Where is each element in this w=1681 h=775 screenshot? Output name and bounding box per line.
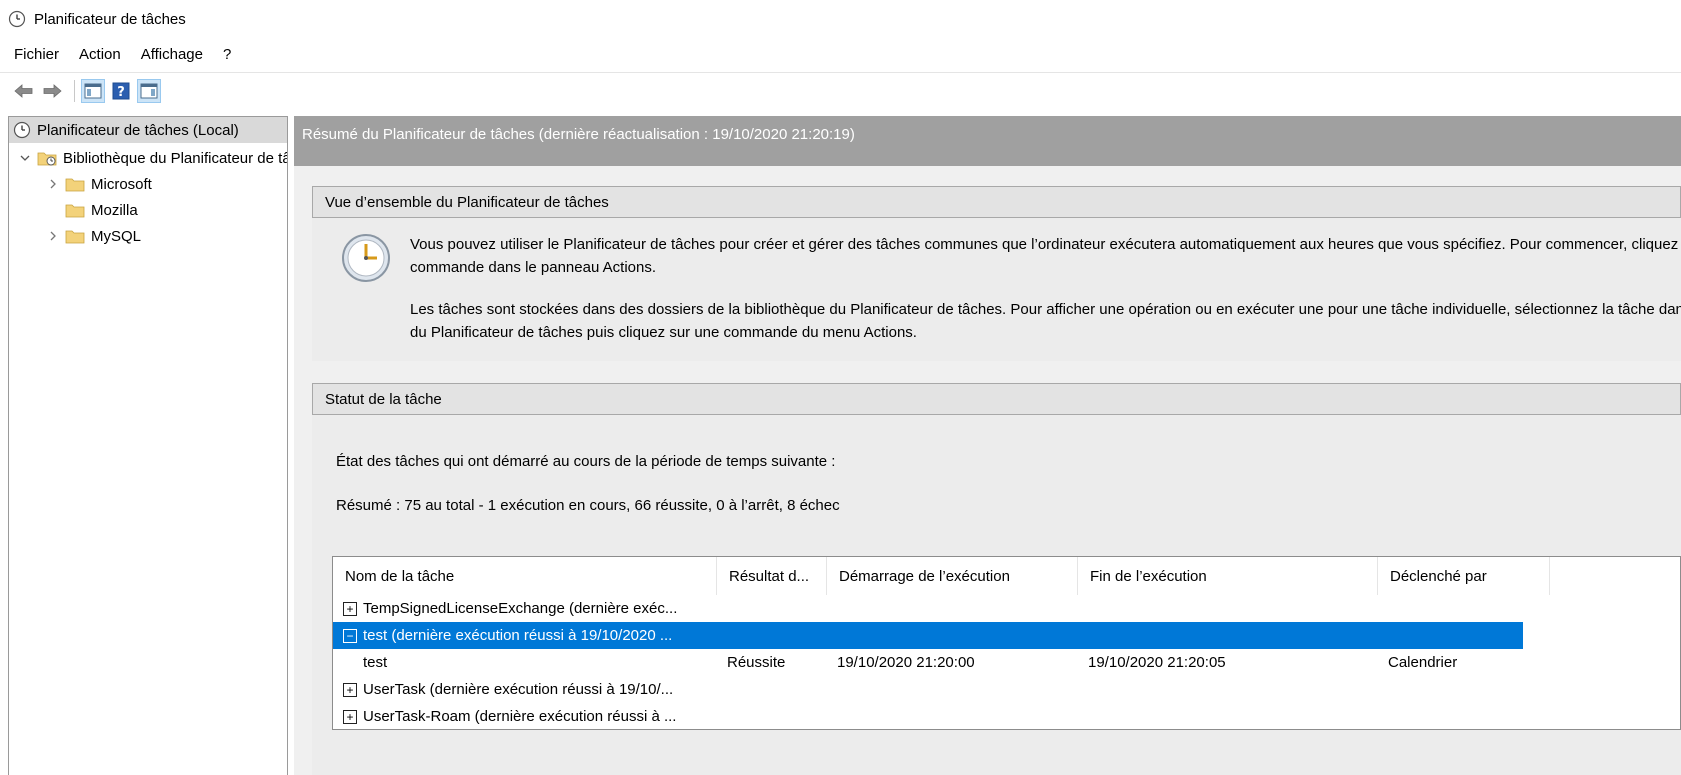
window-title: Planificateur de tâches [34, 10, 186, 28]
show-hide-console-tree-button[interactable] [81, 78, 105, 103]
tree-item-label: Planificateur de tâches (Local) [37, 121, 239, 139]
tree-item-mysql[interactable]: MySQL [45, 223, 141, 249]
table-row[interactable]: + UserTask (dernière exécution réussi à … [333, 676, 1680, 703]
menu-action[interactable]: Action [69, 44, 131, 65]
show-hide-action-pane-icon [140, 83, 158, 98]
chevron-right-icon[interactable] [45, 176, 61, 192]
column-header-end[interactable]: Fin de l’exécution [1078, 557, 1378, 595]
overview-paragraph-2-line-1: Les tâches sont stockées dans des dossie… [410, 301, 1681, 318]
task-start-time: 19/10/2020 21:20:00 [837, 654, 975, 671]
show-hide-action-pane-button[interactable] [137, 78, 161, 103]
console-tree: Planificateur de tâches (Local) Biblioth… [8, 116, 288, 775]
clock-icon [342, 234, 390, 282]
forward-arrow-icon [43, 83, 62, 98]
tree-item-microsoft[interactable]: Microsoft [45, 171, 152, 197]
show-hide-console-tree-icon [84, 83, 102, 98]
column-header-name[interactable]: Nom de la tâche [333, 557, 717, 595]
summary-header: Résumé du Planificateur de tâches (derni… [294, 116, 1681, 166]
task-result: Réussite [727, 654, 786, 671]
overview-paragraph-1-line-2: commande dans le panneau Actions. [410, 259, 656, 276]
folder-icon [65, 230, 85, 244]
tree-item-root[interactable]: Planificateur de tâches (Local) [9, 117, 287, 143]
help-icon: ? [112, 82, 130, 100]
task-name: UserTask-Roam (dernière exécution réussi… [363, 708, 677, 725]
toolbar-separator [74, 79, 75, 102]
collapse-icon[interactable]: − [343, 628, 357, 643]
tree-item-label: Mozilla [91, 201, 138, 219]
back-button[interactable] [12, 79, 36, 103]
menu-fichier[interactable]: Fichier [4, 44, 69, 65]
tree-item-library[interactable]: Bibliothèque du Planificateur de tâches [17, 145, 287, 171]
task-name: TempSignedLicenseExchange (dernière exéc… [363, 600, 678, 617]
overview-paragraph-2-line-2: du Planificateur de tâches puis cliquez … [410, 324, 917, 341]
task-end-time: 19/10/2020 21:20:05 [1088, 654, 1226, 671]
expand-icon[interactable]: + [343, 682, 357, 697]
chevron-right-icon[interactable] [45, 228, 61, 244]
tree-item-label: Bibliothèque du Planificateur de tâches [63, 149, 287, 167]
svg-text:?: ? [117, 85, 125, 100]
table-row[interactable]: + TempSignedLicenseExchange (dernière ex… [333, 595, 1680, 622]
task-name: UserTask (dernière exécution réussi à 19… [363, 681, 674, 698]
status-section-title[interactable]: Statut de la tâche [312, 383, 1681, 415]
tree-item-mozilla[interactable]: Mozilla [61, 197, 138, 223]
status-period-label: État des tâches qui ont démarré au cours… [336, 453, 836, 470]
column-header-start[interactable]: Démarrage de l’exécution [827, 557, 1078, 595]
library-folder-clock-icon [37, 152, 57, 166]
task-name: test [363, 654, 388, 671]
summary-content: Vue d’ensemble du Planificateur de tâche… [294, 166, 1681, 775]
clock-icon [8, 10, 26, 28]
table-row[interactable]: + UserTask-Roam (dernière exécution réus… [333, 703, 1680, 729]
tree-item-label: MySQL [91, 227, 142, 245]
menu-affichage[interactable]: Affichage [131, 44, 213, 65]
help-button[interactable]: ? [109, 79, 133, 103]
folder-icon [65, 204, 85, 218]
task-name: test (dernière exécution réussi à 19/10/… [363, 627, 673, 644]
clock-icon [13, 121, 31, 139]
expand-icon[interactable]: + [343, 601, 357, 616]
menu-help[interactable]: ? [213, 44, 241, 65]
toolbar: ? [0, 72, 1681, 108]
task-status-table: Nom de la tâche Résultat d... Démarrage … [332, 556, 1681, 730]
task-trigger: Calendrier [1388, 654, 1458, 671]
column-header-trigger[interactable]: Déclenché par [1378, 557, 1550, 595]
summary-pane: Résumé du Planificateur de tâches (derni… [294, 116, 1681, 775]
menu-bar: Fichier Action Affichage ? [0, 40, 241, 68]
folder-icon [65, 178, 85, 192]
title-bar: Planificateur de tâches [0, 0, 1681, 38]
table-header: Nom de la tâche Résultat d... Démarrage … [333, 557, 1680, 595]
overview-section-body: Vous pouvez utiliser le Planificateur de… [312, 218, 1681, 361]
forward-button[interactable] [40, 79, 64, 103]
column-header-result[interactable]: Résultat d... [717, 557, 827, 595]
expand-icon[interactable]: + [343, 709, 357, 724]
tree-item-label: Microsoft [91, 175, 152, 193]
table-row-selected[interactable]: − test (dernière exécution réussi à 19/1… [333, 622, 1523, 649]
overview-section-title[interactable]: Vue d’ensemble du Planificateur de tâche… [312, 186, 1681, 218]
overview-paragraph-1-line-1: Vous pouvez utiliser le Planificateur de… [410, 236, 1681, 253]
back-arrow-icon [14, 83, 33, 98]
status-summary: Résumé : 75 au total - 1 exécution en co… [336, 497, 840, 514]
chevron-down-icon[interactable] [17, 150, 33, 166]
table-row-detail[interactable]: test Réussite 19/10/2020 21:20:00 19/10/… [333, 649, 1680, 676]
